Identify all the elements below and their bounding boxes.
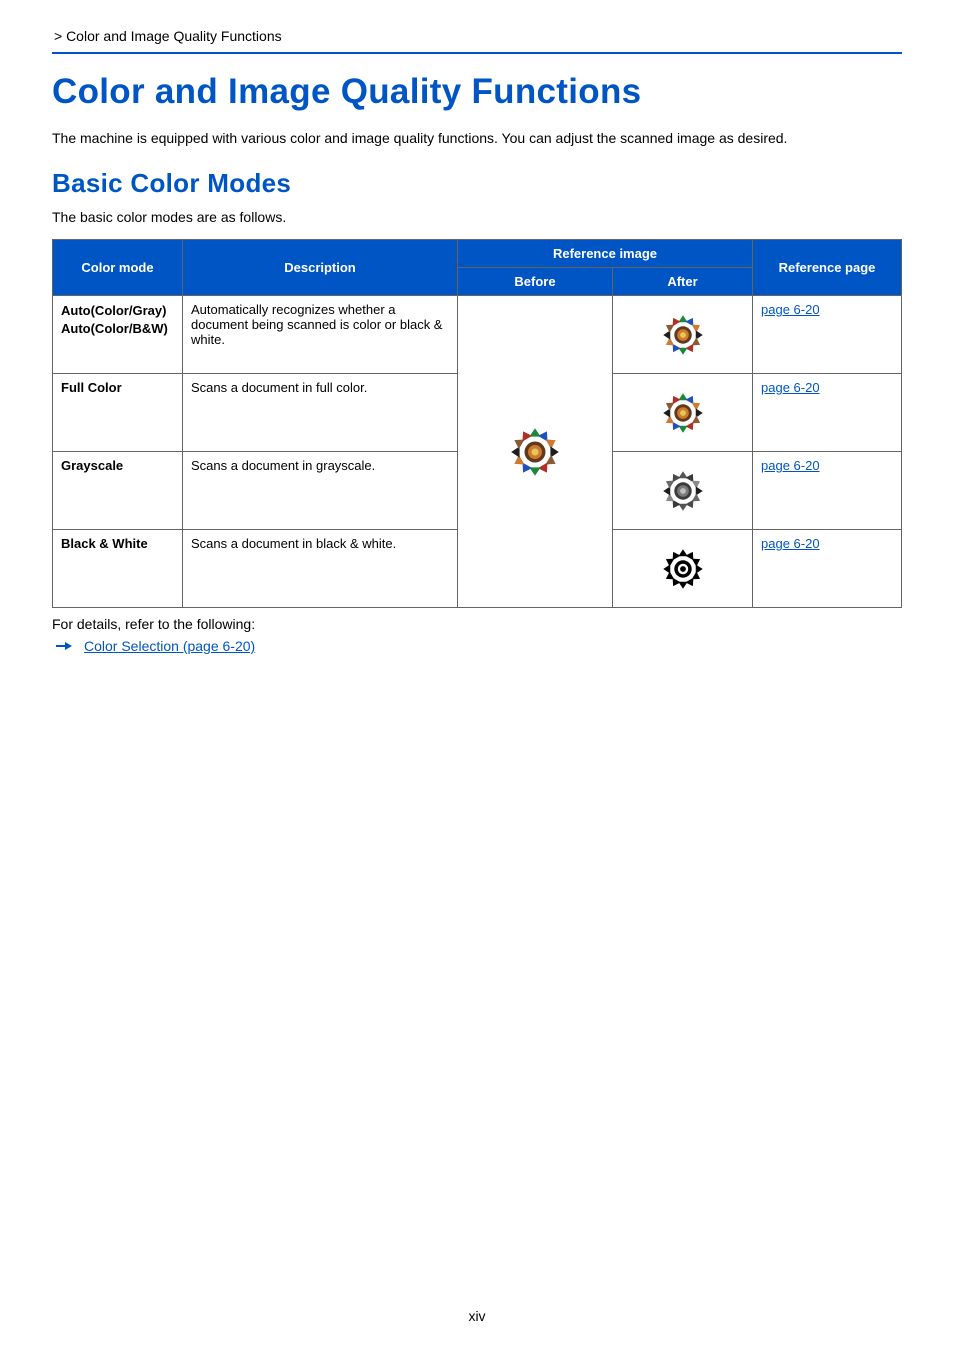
sun-gray-icon [654,462,712,520]
cell-after-image [613,530,753,608]
reference-page-link[interactable]: page 6-20 [761,302,820,317]
cell-mode: Full Color [53,374,183,452]
arrow-right-icon [56,640,72,652]
cell-after-image [613,296,753,374]
intro-text: The machine is equipped with various col… [52,130,902,146]
cell-after-image [613,452,753,530]
reference-page-link[interactable]: page 6-20 [761,380,820,395]
page-title: Color and Image Quality Functions [52,72,902,112]
color-modes-table: Color mode Description Reference image R… [52,239,902,608]
cell-description: Scans a document in black & white. [183,530,458,608]
cell-mode: Black & White [53,530,183,608]
page: > Color and Image Quality Functions Colo… [0,0,954,1350]
cell-mode: Auto(Color/Gray) Auto(Color/B&W) [53,296,183,374]
th-color-mode: Color mode [53,240,183,296]
cell-reference: page 6-20 [753,296,902,374]
cell-reference: page 6-20 [753,374,902,452]
sun-color-icon [654,306,712,364]
reference-page-link[interactable]: page 6-20 [761,536,820,551]
mode-line: Auto(Color/Gray) [61,302,174,320]
table-row: Auto(Color/Gray) Auto(Color/B&W) Automat… [53,296,902,374]
th-reference-image: Reference image [458,240,753,268]
cell-description: Automatically recognizes whether a docum… [183,296,458,374]
breadcrumb: > Color and Image Quality Functions [52,28,902,52]
th-after: After [613,268,753,296]
th-before: Before [458,268,613,296]
reference-page-link[interactable]: page 6-20 [761,458,820,473]
cell-description: Scans a document in grayscale. [183,452,458,530]
color-selection-link[interactable]: Color Selection (page 6-20) [84,638,255,654]
sun-color-icon [654,384,712,442]
sun-bw-icon [654,540,712,598]
th-description: Description [183,240,458,296]
cell-mode: Grayscale [53,452,183,530]
footnote-text: For details, refer to the following: [52,616,902,632]
th-reference-page: Reference page [753,240,902,296]
section-intro: The basic color modes are as follows. [52,209,902,225]
section-title: Basic Color Modes [52,168,902,199]
sun-color-icon [500,417,570,487]
cell-reference: page 6-20 [753,530,902,608]
cell-reference: page 6-20 [753,452,902,530]
cell-description: Scans a document in full color. [183,374,458,452]
page-number: xiv [0,1308,954,1324]
cell-before-image [458,296,613,608]
detail-reference: Color Selection (page 6-20) [52,638,902,654]
cell-after-image [613,374,753,452]
header-rule [52,52,902,54]
mode-line: Auto(Color/B&W) [61,320,174,338]
